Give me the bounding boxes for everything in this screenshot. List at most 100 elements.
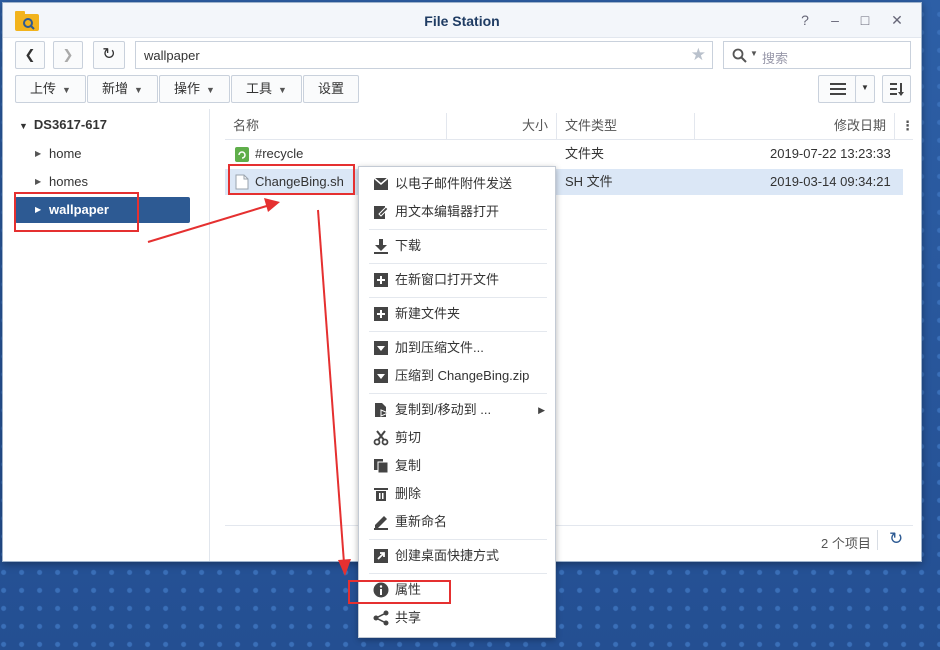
- title-bar: File Station ? – □ ✕: [3, 3, 921, 38]
- refresh-button[interactable]: ↻: [93, 41, 125, 69]
- search-icon: [732, 48, 747, 63]
- maximize-icon[interactable]: □: [855, 10, 875, 30]
- menu-item-label: 加到压缩文件...: [395, 340, 484, 355]
- search-options-caret-icon[interactable]: ▼: [750, 49, 758, 58]
- column-name-label: 名称: [233, 118, 260, 133]
- forward-button[interactable]: ❯: [53, 41, 83, 69]
- status-bar: 2 个项目 ↻: [225, 525, 913, 556]
- menu-item-label: 新建文件夹: [395, 306, 461, 321]
- upload-button[interactable]: 上传 ▼: [15, 75, 86, 103]
- navigation-bar: ❮ ❯ ↻ wallpaper ★ ▼ 搜索: [3, 37, 921, 73]
- menu-item-rename[interactable]: 重新命名: [359, 509, 555, 535]
- search-placeholder: 搜索: [762, 51, 789, 66]
- menu-item-label: 复制到/移动到 ...: [395, 402, 492, 417]
- menu-separator: [369, 263, 547, 264]
- menu-item-open-text-editor[interactable]: 用文本编辑器打开: [359, 199, 555, 225]
- annotation-box-properties: [348, 580, 451, 604]
- menu-item-open-new-window[interactable]: 在新窗口打开文件: [359, 267, 555, 293]
- menu-item-delete[interactable]: 删除: [359, 481, 555, 507]
- create-button[interactable]: 新增 ▼: [87, 75, 158, 103]
- menu-item-label: 压缩到 ChangeBing.zip: [395, 368, 530, 383]
- folder-tree: ▼ DS3617-617 ▶ home ▶ homes ▶ wallpaper: [3, 109, 210, 561]
- menu-item-download[interactable]: 下载: [359, 233, 555, 259]
- caret-down-icon: ▼: [62, 85, 71, 95]
- menu-item-new-folder[interactable]: 新建文件夹: [359, 301, 555, 327]
- new-folder-icon: [374, 307, 388, 321]
- menu-item-copy-move[interactable]: 复制到/移动到 ... ▶: [359, 397, 555, 423]
- menu-item-add-to-archive[interactable]: 加到压缩文件...: [359, 335, 555, 361]
- column-modified-label: 修改日期: [833, 118, 886, 133]
- tree-root[interactable]: ▼ DS3617-617: [19, 117, 107, 132]
- download-icon: [374, 239, 388, 254]
- menu-item-label: 复制: [395, 458, 422, 473]
- column-header: 名称 大小 文件类型 修改日期 ⋮: [225, 113, 914, 140]
- view-list-button[interactable]: [818, 75, 858, 103]
- upload-label: 上传: [30, 81, 57, 96]
- menu-item-label: 以电子邮件附件发送: [395, 176, 513, 191]
- back-button[interactable]: ❮: [15, 41, 45, 69]
- tools-button[interactable]: 工具 ▼: [231, 75, 302, 103]
- menu-item-copy[interactable]: 复制: [359, 453, 555, 479]
- refresh-icon: ↻: [102, 46, 116, 63]
- trash-icon: [374, 488, 388, 501]
- close-icon[interactable]: ✕: [887, 10, 907, 30]
- menu-item-label: 删除: [395, 486, 422, 501]
- menu-separator: [369, 393, 547, 394]
- menu-item-compress-zip[interactable]: 压缩到 ChangeBing.zip: [359, 363, 555, 389]
- column-size[interactable]: 大小: [447, 113, 557, 139]
- copy-move-icon: [375, 403, 389, 417]
- archive-icon: [374, 369, 388, 383]
- menu-item-label: 剪切: [395, 430, 422, 445]
- settings-button[interactable]: 设置: [303, 75, 360, 103]
- settings-label: 设置: [318, 81, 345, 96]
- column-modified[interactable]: 修改日期: [695, 113, 895, 139]
- menu-item-cut[interactable]: 剪切: [359, 425, 555, 451]
- annotation-box-file: [228, 164, 355, 195]
- tree-root-label: DS3617-617: [33, 117, 107, 132]
- annotation-box-wallpaper: [14, 192, 139, 232]
- menu-item-label: 用文本编辑器打开: [395, 204, 500, 219]
- menu-separator: [369, 573, 547, 574]
- star-icon[interactable]: ★: [691, 45, 706, 65]
- column-name[interactable]: 名称: [225, 113, 447, 139]
- refresh-icon[interactable]: ↻: [889, 529, 903, 549]
- view-options-button[interactable]: ▼: [855, 75, 875, 103]
- file-modified: 2019-03-14 09:34:21: [770, 174, 891, 189]
- menu-item-share[interactable]: 共享: [359, 605, 555, 631]
- rename-icon: [374, 516, 388, 530]
- caret-down-icon: ▼: [134, 85, 143, 95]
- action-button[interactable]: 操作 ▼: [159, 75, 230, 103]
- search-field[interactable]: ▼ 搜索: [723, 41, 911, 69]
- window-title: File Station: [424, 13, 500, 29]
- menu-item-create-shortcut[interactable]: 创建桌面快捷方式: [359, 543, 555, 569]
- menu-item-email-attachment[interactable]: 以电子邮件附件发送: [359, 171, 555, 197]
- copy-icon: [374, 459, 389, 474]
- minimize-icon[interactable]: –: [825, 10, 845, 30]
- menu-separator: [369, 297, 547, 298]
- help-icon[interactable]: ?: [795, 10, 815, 30]
- context-menu: 以电子邮件附件发送 用文本编辑器打开 下载 在新窗口打开文件 新建文件夹 加到压…: [358, 166, 556, 638]
- chevron-right-icon: ❯: [62, 47, 74, 62]
- column-menu-icon[interactable]: ⋮: [901, 113, 914, 139]
- sort-button[interactable]: [882, 75, 911, 103]
- path-text: wallpaper: [144, 48, 200, 63]
- archive-icon: [374, 341, 388, 355]
- recycle-folder-icon: [235, 147, 249, 162]
- tree-item-home[interactable]: ▶ home: [15, 141, 190, 167]
- new-window-icon: [374, 273, 388, 287]
- menu-separator: [369, 539, 547, 540]
- menu-separator: [369, 331, 547, 332]
- chevron-left-icon: ❮: [24, 47, 36, 62]
- item-count: 2 个项目: [821, 536, 871, 551]
- file-modified: 2019-07-22 13:23:33: [770, 146, 891, 161]
- list-view-icon: [830, 83, 846, 95]
- create-label: 新增: [102, 81, 129, 96]
- tools-label: 工具: [246, 81, 273, 96]
- edit-icon: [374, 206, 389, 219]
- tree-item-label: home: [49, 146, 82, 161]
- column-type[interactable]: 文件类型: [557, 113, 695, 139]
- mail-icon: [373, 177, 389, 190]
- path-field[interactable]: wallpaper ★: [135, 41, 713, 69]
- menu-item-label: 共享: [395, 610, 422, 625]
- caret-down-icon: ▼: [206, 85, 215, 95]
